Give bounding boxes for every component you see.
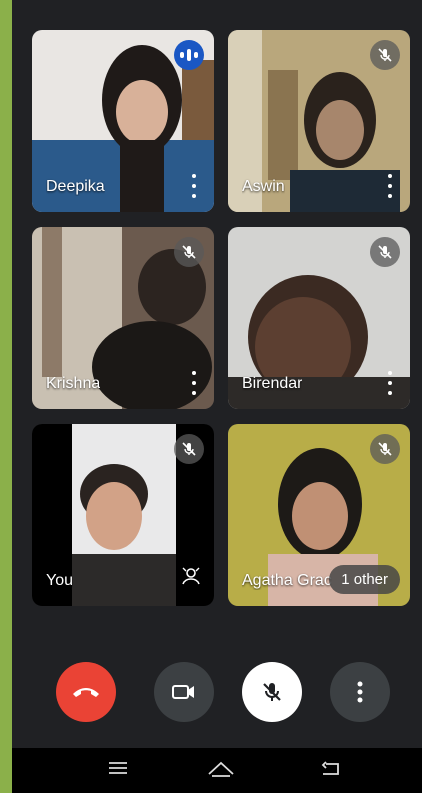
back-icon	[321, 761, 339, 775]
back-button[interactable]	[320, 760, 342, 783]
menu-button[interactable]	[108, 760, 128, 781]
mic-off-icon	[263, 683, 281, 701]
more-options-icon[interactable]	[384, 371, 396, 395]
more-options-button[interactable]	[330, 662, 390, 722]
camera-toggle-button[interactable]	[154, 662, 214, 722]
participant-name: You	[46, 572, 73, 589]
participant-name: Agatha Grac	[242, 572, 332, 589]
visual-effects-icon[interactable]	[180, 565, 202, 592]
participant-name: Deepika	[46, 178, 105, 195]
participant-name: Aswin	[242, 178, 285, 195]
call-controls	[12, 662, 422, 724]
participant-tile-agatha[interactable]: Agatha Grac 1 other	[228, 424, 410, 606]
more-vert-icon	[357, 681, 363, 703]
more-options-icon[interactable]	[188, 174, 200, 198]
home-button[interactable]	[206, 760, 236, 783]
mic-muted-icon	[174, 237, 204, 267]
more-options-icon[interactable]	[384, 174, 396, 198]
other-participants-pill[interactable]: 1 other	[329, 565, 400, 594]
mic-muted-icon	[370, 434, 400, 464]
participant-tile-birendar[interactable]: Birendar	[228, 227, 410, 409]
mic-muted-icon	[174, 434, 204, 464]
participant-tile-aswin[interactable]: Aswin	[228, 30, 410, 212]
mic-muted-icon	[370, 40, 400, 70]
participant-tile-deepika[interactable]: Deepika	[32, 30, 214, 212]
meeting-screen: Deepika Aswin Krishna Birendar You Agath…	[12, 0, 422, 793]
end-call-button[interactable]	[56, 662, 116, 722]
participant-name: Birendar	[242, 375, 303, 392]
participant-name: Krishna	[46, 375, 101, 392]
home-icon	[208, 761, 234, 777]
system-navigation-bar	[12, 748, 422, 793]
speaking-indicator-icon	[174, 40, 204, 70]
video-camera-icon	[172, 685, 194, 699]
menu-icon	[109, 762, 127, 774]
participant-tile-self[interactable]: You	[32, 424, 214, 606]
mic-muted-icon	[370, 237, 400, 267]
microphone-toggle-button[interactable]	[242, 662, 302, 722]
more-options-icon[interactable]	[188, 371, 200, 395]
end-call-icon	[73, 688, 99, 697]
participant-tile-krishna[interactable]: Krishna	[32, 227, 214, 409]
